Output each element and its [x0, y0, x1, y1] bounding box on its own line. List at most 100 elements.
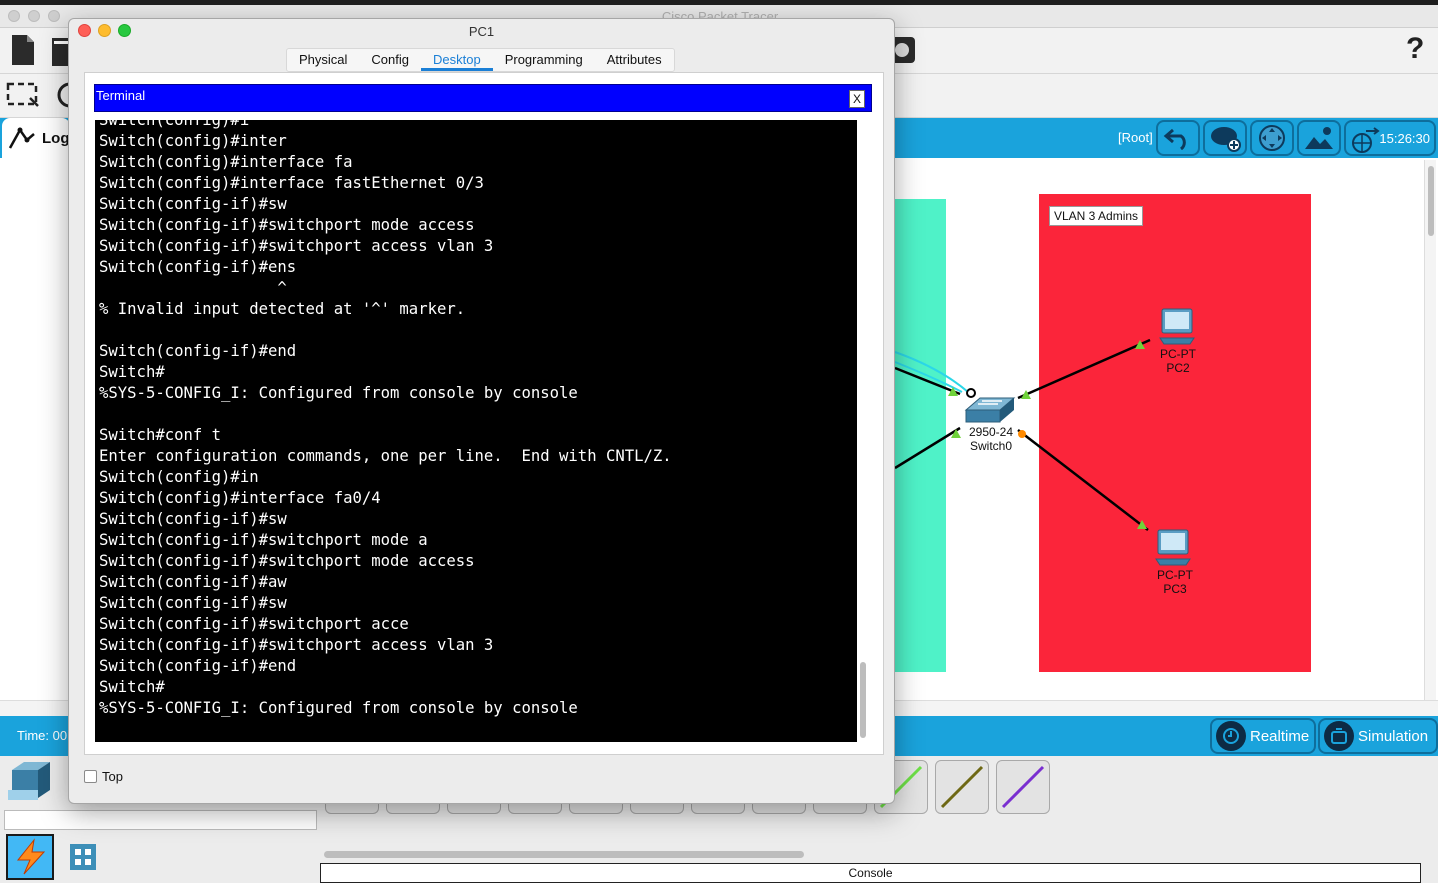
simulation-label: Simulation — [1358, 727, 1429, 745]
terminal-title: Terminal — [96, 88, 146, 103]
power-connections-button[interactable] — [6, 834, 54, 880]
terminal-line: Switch(config-if)#switchport access vlan… — [99, 636, 494, 654]
tab-physical[interactable]: Physical — [287, 49, 359, 71]
terminal-line: Switch(config-if)#switchport mode a — [99, 531, 428, 549]
terminal-output[interactable]: Switch(config)#i Switch(config)#inter Swit… — [95, 120, 857, 742]
simulation-mode-button[interactable]: Simulation — [1318, 718, 1438, 754]
move-arrows-icon — [1259, 125, 1285, 151]
clock-icon — [1216, 721, 1246, 751]
tab-programming[interactable]: Programming — [493, 49, 595, 71]
select-region-icon[interactable] — [6, 80, 40, 110]
terminal-line: Switch(config)#interface fa — [99, 153, 353, 171]
olive-cable-icon — [940, 765, 984, 809]
grid-view-button[interactable] — [66, 840, 100, 874]
pc2-type: PC-PT — [1160, 347, 1196, 361]
pc2-label: PC-PT PC2 — [1150, 347, 1206, 375]
move-object-button[interactable] — [1250, 120, 1294, 156]
topology-links — [894, 338, 1151, 531]
terminal-line: Switch(config-if)#aw — [99, 573, 287, 591]
pc-icon[interactable] — [1154, 529, 1194, 567]
terminal-line: Switch(config-if)#sw — [99, 510, 287, 528]
globe-icon — [1352, 127, 1380, 153]
pc1-titlebar[interactable]: PC1 — [69, 19, 894, 43]
system-menubar — [0, 0, 1438, 5]
terminal-line: Switch(config-if)#end — [99, 657, 297, 675]
palette-scrollbar[interactable] — [320, 848, 1420, 862]
root-breadcrumb[interactable]: [Root] — [1118, 130, 1153, 145]
terminal-scrollbar[interactable] — [857, 120, 871, 742]
pc3-name: PC3 — [1163, 582, 1187, 596]
tab-attributes[interactable]: Attributes — [595, 49, 674, 71]
terminal-titlebar: Terminal X — [94, 84, 872, 112]
terminal-line: Switch(config-if)#ens — [99, 258, 297, 276]
pc-icon[interactable] — [1158, 308, 1198, 346]
back-button[interactable] — [1156, 120, 1200, 156]
realtime-mode-button[interactable]: Realtime — [1210, 718, 1316, 754]
network-devices-icon[interactable] — [6, 760, 56, 804]
terminal-line: Switch(config)#interface fastEthernet 0/… — [99, 174, 484, 192]
terminal-line: %SYS-5-CONFIG_I: Configured from console… — [99, 699, 578, 717]
switch0-name: Switch0 — [969, 439, 1013, 453]
terminal-line: Switch(config)#in — [99, 468, 259, 486]
terminal-close-button[interactable]: X — [849, 90, 865, 108]
sim-time-label: Time: 00 — [17, 728, 68, 743]
undo-arrow-icon — [1163, 128, 1186, 150]
terminal-line: Enter configuration commands, one per li… — [99, 447, 672, 465]
terminal-line: Switch#conf t — [99, 426, 222, 444]
terminal-line: %SYS-5-CONFIG_I: Configured from console… — [99, 384, 578, 402]
realtime-label: Realtime — [1250, 727, 1310, 745]
image-icon — [1305, 127, 1333, 149]
vlan-note-label[interactable]: VLAN 3 Admins — [1049, 206, 1144, 226]
tab-logical-label: Log — [42, 129, 70, 147]
terminal-line: Switch(config-if)#switchport mode access — [99, 552, 475, 570]
terminal-line: % Invalid input detected at '^' marker. — [99, 300, 466, 318]
top-checkbox[interactable]: Top — [84, 769, 123, 784]
pc2-name: PC2 — [1166, 361, 1190, 375]
terminal-lines: Switch(config)#i Switch(config)#inter Swit… — [99, 120, 672, 719]
terminal-line: Switch# — [99, 678, 165, 696]
tab-desktop[interactable]: Desktop — [421, 49, 493, 71]
stopwatch-icon — [1324, 721, 1354, 751]
terminal-line: Switch(config-if)#sw — [99, 195, 287, 213]
cable-olive-button[interactable] — [935, 760, 989, 814]
pc1-window-title: PC1 — [468, 24, 495, 39]
new-cluster-button[interactable] — [1203, 120, 1247, 156]
terminal-line: Switch(config-if)#switchport access vlan… — [99, 237, 494, 255]
terminal-line: ^ — [99, 279, 287, 297]
lightning-icon — [16, 838, 46, 875]
grid-icon — [70, 844, 96, 870]
pc1-tab-bar: Physical Config Desktop Programming Attr… — [286, 48, 675, 72]
terminal-line: Switch(config-if)#switchport acce — [99, 615, 409, 633]
terminal-line: Switch(config)#interface fa0/4 — [99, 489, 381, 507]
window-controls[interactable] — [8, 10, 60, 22]
terminal-line: Switch(config-if)#sw — [99, 594, 287, 612]
tab-logical[interactable]: Log — [2, 118, 70, 158]
logical-topology-icon — [8, 127, 35, 149]
terminal-line: Switch(config-if)#end — [99, 342, 297, 360]
switch0-label: 2950-24 Switch0 — [962, 425, 1020, 453]
console-bar[interactable]: Console — [320, 863, 1421, 883]
desktop-panel: Terminal X Switch(config)#i Switch(config… — [84, 72, 884, 755]
viewport-clock[interactable]: 15:26:30 — [1344, 120, 1436, 156]
cloud-add-icon — [1211, 127, 1241, 152]
top-checkbox-box[interactable] — [84, 770, 97, 783]
pc1-window: PC1 Physical Config Desktop Programming … — [68, 18, 895, 804]
terminal-line: Switch(config)#inter — [99, 132, 287, 150]
terminal-line: Switch(config)#i — [99, 120, 250, 129]
device-search-input[interactable] — [4, 810, 317, 830]
cable-purple-button[interactable] — [996, 760, 1050, 814]
help-icon[interactable]: ? — [1406, 32, 1424, 66]
set-background-button[interactable] — [1297, 120, 1341, 156]
terminal-line: Switch(config-if)#switchport mode access — [99, 216, 475, 234]
top-checkbox-label: Top — [102, 769, 123, 784]
purple-cable-icon — [1001, 765, 1045, 809]
switch0-type: 2950-24 — [968, 425, 1014, 439]
new-file-icon[interactable] — [10, 34, 36, 66]
workspace-vertical-scrollbar[interactable] — [1424, 160, 1436, 700]
clock-time: 15:26:30 — [1379, 130, 1430, 146]
pc3-type: PC-PT — [1157, 568, 1193, 582]
tab-config[interactable]: Config — [359, 49, 421, 71]
switch-icon[interactable] — [964, 396, 1016, 426]
